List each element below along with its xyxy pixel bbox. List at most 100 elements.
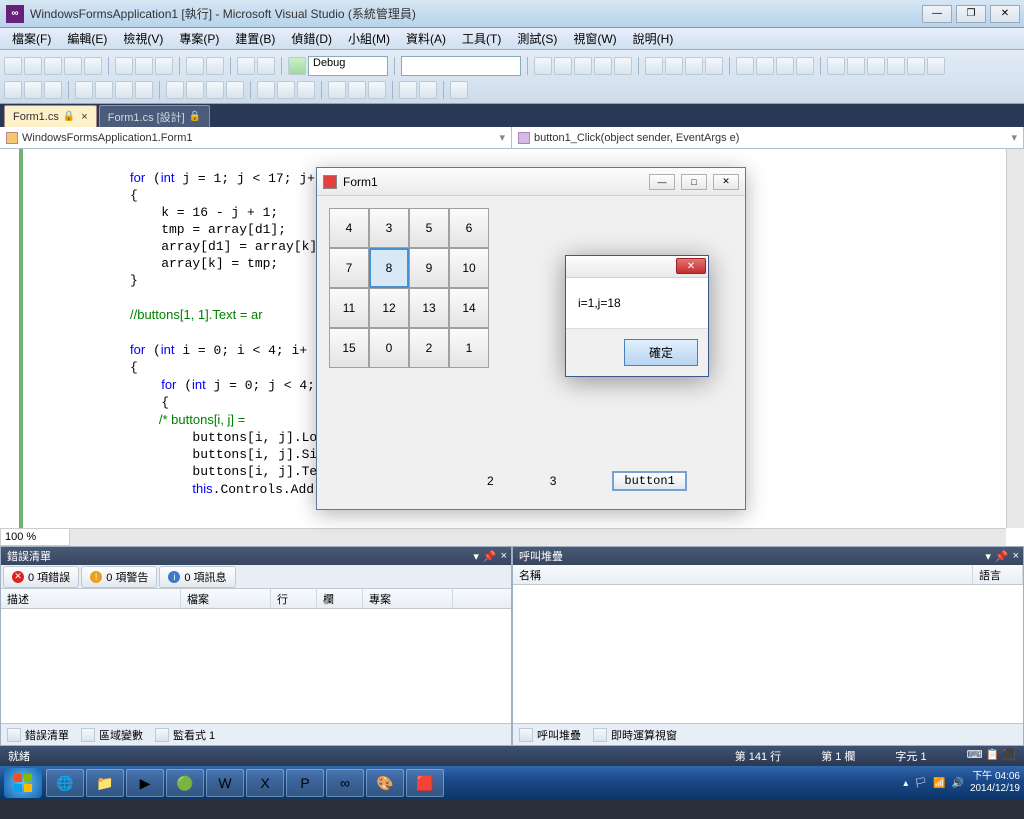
taskbar-app[interactable]: 🎨 [366,769,404,797]
row2-icon-20[interactable] [450,81,468,99]
column-header[interactable]: 專案 [363,589,453,608]
row2-icon-1[interactable] [4,81,22,99]
open-icon[interactable] [44,57,62,75]
dropdown-icon[interactable]: ▾ [985,550,991,563]
grid-button-13[interactable]: 13 [409,288,449,328]
form1-close-button[interactable]: ✕ [713,174,739,190]
menu-item[interactable]: 建置(B) [227,28,283,49]
grid-button-1[interactable]: 1 [449,328,489,368]
grid-button-5[interactable]: 5 [409,208,449,248]
taskbar-app[interactable]: 🟢 [166,769,204,797]
row2-icon-16[interactable] [348,81,366,99]
row2-icon-10[interactable] [206,81,224,99]
msgbox-close-button[interactable]: ✕ [676,258,706,274]
panel-tab[interactable]: 監看式 1 [155,727,215,743]
msgbox-titlebar[interactable]: ✕ [566,256,708,278]
add-item-icon[interactable] [24,57,42,75]
grid-button-6[interactable]: 6 [449,208,489,248]
grid-button-7[interactable]: 7 [329,248,369,288]
menu-item[interactable]: 檢視(V) [115,28,171,49]
system-tray[interactable]: ▴ 🏳 📶 🔊 下午 04:06 2014/12/19 [903,771,1020,795]
toolbox-icon[interactable] [594,57,612,75]
column-header[interactable]: 檔案 [181,589,271,608]
menu-item[interactable]: 說明(H) [625,28,682,49]
grid-button-0[interactable]: 0 [369,328,409,368]
start-button[interactable] [4,768,42,798]
step-out-icon[interactable] [927,57,945,75]
menu-item[interactable]: 工具(T) [454,28,509,49]
tray-network-icon[interactable]: 📶 [933,778,945,789]
row2-icon-5[interactable] [95,81,113,99]
platform-combo[interactable] [401,56,521,76]
row2-icon-12[interactable] [257,81,275,99]
save-all-icon[interactable] [84,57,102,75]
grid-button-9[interactable]: 9 [409,248,449,288]
nav-forward-icon[interactable] [257,57,275,75]
tray-chevron-icon[interactable]: ▴ [903,778,908,789]
taskbar-app[interactable]: P [286,769,324,797]
tool-c-icon[interactable] [685,57,703,75]
taskbar-app[interactable]: 🌐 [46,769,84,797]
row2-icon-13[interactable] [277,81,295,99]
pause-icon[interactable] [847,57,865,75]
msgbox-ok-button[interactable]: 確定 [624,339,698,366]
nav-back-icon[interactable] [237,57,255,75]
menu-item[interactable]: 小組(M) [340,28,398,49]
minimize-button[interactable]: — [922,5,952,23]
column-header[interactable]: 行 [271,589,317,608]
zoom-combo[interactable]: 100 % [0,528,70,546]
maximize-button[interactable]: ❐ [956,5,986,23]
redo-icon[interactable] [206,57,224,75]
taskbar-app[interactable]: X [246,769,284,797]
class-view-icon[interactable] [614,57,632,75]
taskbar-app[interactable]: ∞ [326,769,364,797]
taskbar-app[interactable]: ▶ [126,769,164,797]
row2-icon-6[interactable] [115,81,133,99]
class-dropdown[interactable]: WindowsFormsApplication1.Form1 ▾ [0,127,512,148]
close-button[interactable]: ✕ [990,5,1020,23]
button1[interactable]: button1 [612,471,686,491]
copy-icon[interactable] [135,57,153,75]
row2-icon-19[interactable] [419,81,437,99]
pin-icon[interactable]: 📌 [483,550,497,563]
horizontal-scrollbar[interactable] [70,528,1006,546]
tool-e-icon[interactable] [736,57,754,75]
panel-tab[interactable]: 呼叫堆疊 [519,727,581,743]
grid-button-10[interactable]: 10 [449,248,489,288]
row2-icon-4[interactable] [75,81,93,99]
column-header[interactable]: 描述 [1,589,181,608]
row2-icon-15[interactable] [328,81,346,99]
close-icon[interactable]: × [1013,550,1019,563]
row2-icon-2[interactable] [24,81,42,99]
config-combo[interactable]: Debug [308,56,388,76]
cut-icon[interactable] [115,57,133,75]
grid-button-2[interactable]: 2 [409,328,449,368]
menu-item[interactable]: 專案(P) [171,28,227,49]
find-icon[interactable] [534,57,552,75]
tab-form1-design[interactable]: Form1.cs [設計] 🔒 [99,105,210,127]
column-header[interactable]: 欄 [317,589,363,608]
menu-item[interactable]: 編輯(E) [59,28,115,49]
step-into-icon[interactable] [887,57,905,75]
row2-icon-18[interactable] [399,81,417,99]
tab-close-icon[interactable]: × [81,111,87,123]
row2-icon-7[interactable] [135,81,153,99]
messages-filter[interactable]: i0 項訊息 [159,566,235,588]
form1-titlebar[interactable]: Form1 — □ ✕ [317,168,745,196]
error-list-body[interactable] [1,609,511,723]
taskbar-app[interactable]: W [206,769,244,797]
taskbar-app[interactable]: 📁 [86,769,124,797]
start-debug-icon[interactable] [288,57,306,75]
tray-volume-icon[interactable]: 🔊 [951,778,963,789]
tool-d-icon[interactable] [705,57,723,75]
properties-icon[interactable] [574,57,592,75]
grid-button-11[interactable]: 11 [329,288,369,328]
row2-icon-17[interactable] [368,81,386,99]
close-icon[interactable]: × [501,550,507,563]
tool-a-icon[interactable] [645,57,663,75]
run-icon[interactable] [827,57,845,75]
form1-maximize-button[interactable]: □ [681,174,707,190]
row2-icon-11[interactable] [226,81,244,99]
step-over-icon[interactable] [907,57,925,75]
row2-icon-14[interactable] [297,81,315,99]
